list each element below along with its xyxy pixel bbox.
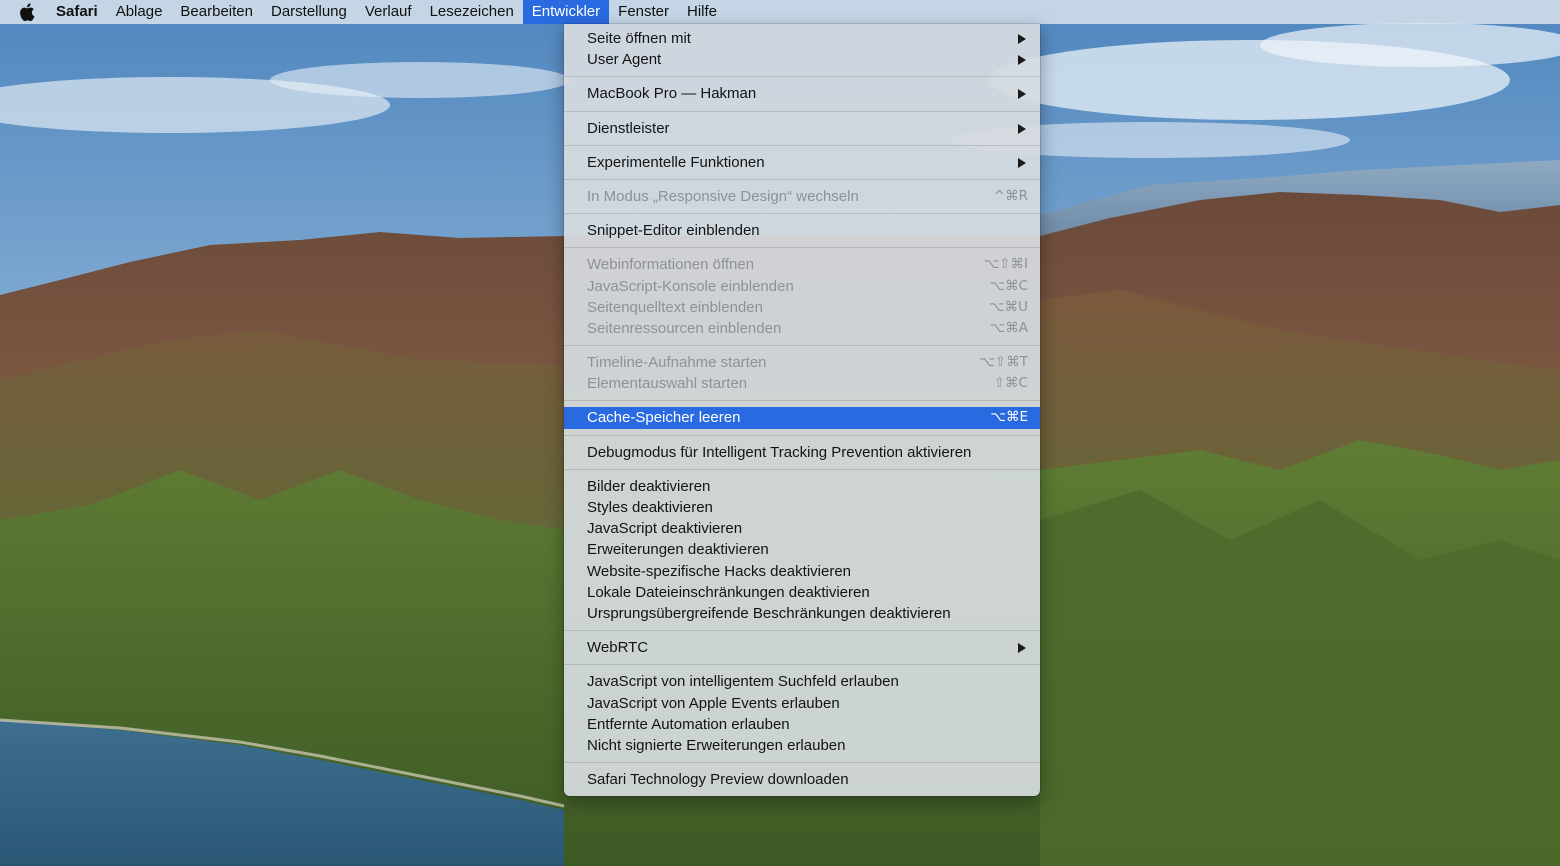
menu-item-label: Cache-Speicher leeren bbox=[587, 409, 741, 427]
menu-item-nicht-signierte-erweiterungen[interactable]: Nicht signierte Erweiterungen erlauben bbox=[564, 735, 1040, 756]
menu-item-hacks-deaktivieren[interactable]: Website-spezifische Hacks deaktivieren bbox=[564, 561, 1040, 582]
entwickler-menu: Seite öffnen mit User Agent MacBook Pro … bbox=[564, 24, 1040, 796]
menu-item-javascript-deaktivieren[interactable]: JavaScript deaktivieren bbox=[564, 518, 1040, 539]
menu-item-label: Bilder deaktivieren bbox=[587, 477, 711, 495]
menu-item-javascript-konsole: JavaScript-Konsole einblenden ⌥⌘C bbox=[564, 276, 1040, 297]
menu-item-shortcut: ⌥⌘C bbox=[989, 277, 1028, 294]
menu-item-label: Snippet-Editor einblenden bbox=[587, 222, 760, 240]
menu-item-label: JavaScript von intelligentem Suchfeld er… bbox=[587, 673, 899, 691]
menu-item-shortcut: ^⌘R bbox=[993, 187, 1028, 204]
menu-item-bilder-deaktivieren[interactable]: Bilder deaktivieren bbox=[564, 476, 1040, 497]
menu-item-snippet-editor[interactable]: Snippet-Editor einblenden bbox=[564, 220, 1040, 241]
menu-item-label: Nicht signierte Erweiterungen erlauben bbox=[587, 736, 846, 754]
menu-item-label: JavaScript-Konsole einblenden bbox=[587, 277, 794, 295]
menu-item-erweiterungen-deaktivieren[interactable]: Erweiterungen deaktivieren bbox=[564, 539, 1040, 560]
menu-separator bbox=[564, 434, 1040, 436]
menu-item-label: Dienstleister bbox=[587, 119, 670, 137]
submenu-arrow-icon bbox=[1018, 55, 1026, 66]
menu-item-user-agent[interactable]: User Agent bbox=[564, 49, 1040, 70]
menu-separator bbox=[564, 144, 1040, 146]
menu-item-label: Ursprungsübergreifende Beschränkungen de… bbox=[587, 604, 951, 622]
menu-hilfe[interactable]: Hilfe bbox=[678, 0, 726, 24]
menu-separator bbox=[564, 468, 1040, 470]
menu-item-label: Lokale Dateieinschränkungen deaktivieren bbox=[587, 583, 870, 601]
menu-entwickler[interactable]: Entwickler bbox=[522, 0, 610, 24]
menu-verlauf[interactable]: Verlauf bbox=[356, 0, 421, 24]
menu-item-webrtc[interactable]: WebRTC bbox=[564, 637, 1040, 658]
menu-item-label: Webinformationen öffnen bbox=[587, 256, 755, 274]
menu-item-itp-debugmodus[interactable]: Debugmodus für Intelligent Tracking Prev… bbox=[564, 442, 1040, 463]
submenu-arrow-icon bbox=[1018, 157, 1026, 168]
menu-item-label: WebRTC bbox=[587, 639, 649, 657]
menu-item-label: MacBook Pro — Hakman bbox=[587, 85, 757, 103]
menu-bearbeiten[interactable]: Bearbeiten bbox=[171, 0, 262, 24]
menu-separator bbox=[564, 630, 1040, 632]
menu-item-seitenquelltext: Seitenquelltext einblenden ⌥⌘U bbox=[564, 297, 1040, 318]
submenu-arrow-icon bbox=[1018, 123, 1026, 134]
menu-item-cache-leeren[interactable]: Cache-Speicher leeren ⌥⌘E bbox=[564, 407, 1040, 429]
menu-item-entfernte-automation[interactable]: Entfernte Automation erlauben bbox=[564, 714, 1040, 735]
menu-item-experimentelle-funktionen[interactable]: Experimentelle Funktionen bbox=[564, 152, 1040, 173]
menu-item-webinformationen: Webinformationen öffnen ⌥⇧⌘I bbox=[564, 254, 1040, 275]
menu-item-label: Debugmodus für Intelligent Tracking Prev… bbox=[587, 443, 972, 461]
menu-item-label: User Agent bbox=[587, 51, 662, 69]
menu-separator bbox=[564, 76, 1040, 78]
menu-item-label: Styles deaktivieren bbox=[587, 499, 713, 516]
menu-item-seitenressourcen: Seitenressourcen einblenden ⌥⌘A bbox=[564, 318, 1040, 339]
menu-item-label: Elementauswahl starten bbox=[587, 375, 748, 393]
apple-logo-icon[interactable] bbox=[18, 0, 40, 24]
menu-item-dienstleister[interactable]: Dienstleister bbox=[564, 118, 1040, 139]
menu-separator bbox=[564, 213, 1040, 215]
menu-darstellung[interactable]: Darstellung bbox=[262, 0, 356, 24]
menu-item-elementauswahl: Elementauswahl starten ⇧⌘C bbox=[564, 373, 1040, 394]
submenu-arrow-icon bbox=[1018, 643, 1026, 654]
menu-fenster[interactable]: Fenster bbox=[609, 0, 678, 24]
menu-item-label: Seitenquelltext einblenden bbox=[587, 298, 763, 316]
menu-item-styles-deaktivieren[interactable]: Styles deaktivieren bbox=[564, 497, 1040, 518]
menu-item-device[interactable]: MacBook Pro — Hakman bbox=[564, 83, 1040, 104]
menu-item-label: Timeline-Aufnahme starten bbox=[587, 354, 767, 372]
menu-item-label: Erweiterungen deaktivieren bbox=[587, 541, 769, 559]
menu-item-shortcut: ⌥⌘E bbox=[990, 409, 1028, 426]
menu-separator bbox=[564, 345, 1040, 347]
menu-item-label: Experimentelle Funktionen bbox=[587, 153, 765, 171]
menu-separator bbox=[564, 110, 1040, 112]
menu-ablage[interactable]: Ablage bbox=[107, 0, 172, 24]
menu-separator bbox=[564, 178, 1040, 180]
submenu-arrow-icon bbox=[1018, 89, 1026, 100]
menu-item-shortcut: ⌥⇧⌘T bbox=[979, 354, 1028, 371]
menu-item-label: Seitenressourcen einblenden bbox=[587, 319, 782, 337]
menu-bar: Safari Ablage Bearbeiten Darstellung Ver… bbox=[0, 0, 1560, 24]
menu-item-label: Seite öffnen mit bbox=[587, 30, 691, 47]
menu-item-shortcut: ⌥⇧⌘I bbox=[983, 256, 1028, 273]
menu-item-js-suchfeld[interactable]: JavaScript von intelligentem Suchfeld er… bbox=[564, 671, 1040, 692]
menu-item-dateieinschraenkungen-deaktivieren[interactable]: Lokale Dateieinschränkungen deaktivieren bbox=[564, 582, 1040, 603]
menu-item-shortcut: ⌥⌘U bbox=[989, 298, 1028, 315]
menu-separator bbox=[564, 247, 1040, 249]
menu-safari[interactable]: Safari bbox=[56, 0, 107, 24]
menu-item-timeline-aufnahme: Timeline-Aufnahme starten ⌥⇧⌘T bbox=[564, 352, 1040, 373]
menu-separator bbox=[564, 400, 1040, 402]
menu-item-seite-oeffnen-mit[interactable]: Seite öffnen mit bbox=[564, 28, 1040, 49]
menu-item-shortcut: ⌥⌘A bbox=[989, 319, 1028, 336]
menu-item-label: Entfernte Automation erlauben bbox=[587, 715, 790, 733]
menu-item-label: JavaScript von Apple Events erlauben bbox=[587, 694, 840, 712]
submenu-arrow-icon bbox=[1018, 34, 1026, 44]
menu-separator bbox=[564, 762, 1040, 764]
menu-item-label: Website-spezifische Hacks deaktivieren bbox=[587, 562, 852, 580]
menu-item-js-apple-events[interactable]: JavaScript von Apple Events erlauben bbox=[564, 693, 1040, 714]
menu-separator bbox=[564, 664, 1040, 666]
menu-item-label: In Modus „Responsive Design“ wechseln bbox=[587, 187, 859, 205]
menu-item-label: Safari Technology Preview downloaden bbox=[587, 771, 849, 789]
menu-item-label: JavaScript deaktivieren bbox=[587, 520, 743, 538]
menu-item-ursprungsbeschraenkungen-deaktivieren[interactable]: Ursprungsübergreifende Beschränkungen de… bbox=[564, 603, 1040, 624]
menu-item-technology-preview[interactable]: Safari Technology Preview downloaden bbox=[564, 769, 1040, 790]
menu-item-shortcut: ⇧⌘C bbox=[993, 375, 1028, 392]
menu-item-responsive-design: In Modus „Responsive Design“ wechseln ^⌘… bbox=[564, 186, 1040, 207]
menu-lesezeichen[interactable]: Lesezeichen bbox=[421, 0, 523, 24]
